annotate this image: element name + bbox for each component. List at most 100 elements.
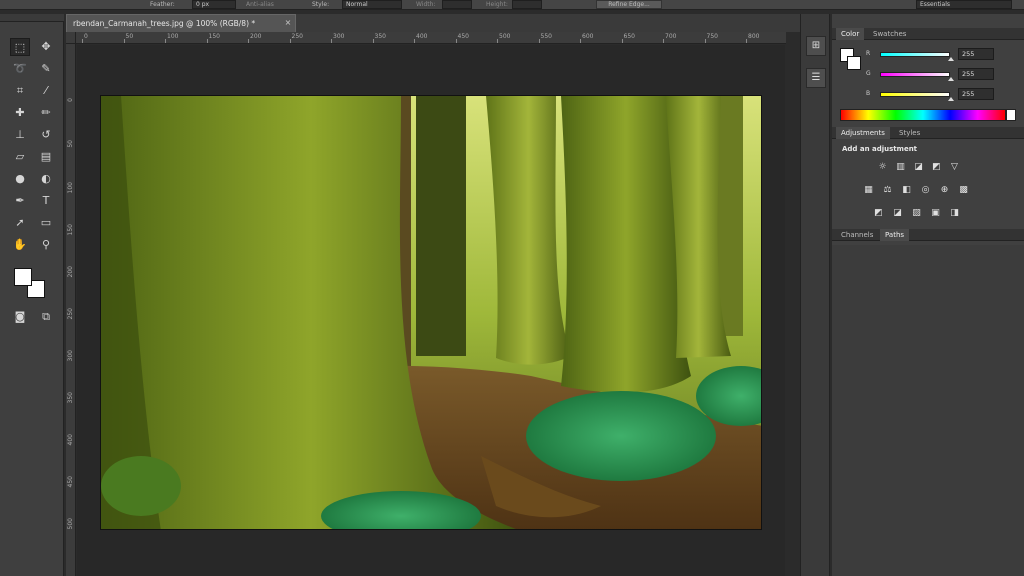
document-tab[interactable]: rbendan_Carmanah_trees.jpg @ 100% (RGB/8…: [66, 14, 296, 32]
slider-green-track[interactable]: [880, 72, 950, 77]
ruler-top-tick: [497, 39, 498, 43]
quick-mask-tool[interactable]: ◙: [10, 308, 30, 326]
ruler-top-tick: [165, 39, 166, 43]
white-swatch[interactable]: [1006, 109, 1016, 121]
dodge-tool[interactable]: ◐: [36, 170, 56, 188]
slider-green[interactable]: G 255: [866, 68, 1024, 82]
tools-panel-header[interactable]: [0, 14, 64, 22]
ruler-top-tick: [82, 39, 83, 43]
black-white-icon[interactable]: ◧: [900, 184, 913, 196]
tab-adjustments[interactable]: Adjustments: [836, 127, 890, 139]
feather-input[interactable]: 0 px: [192, 0, 236, 9]
gradient-map-icon[interactable]: ▣: [929, 207, 942, 219]
tab-channels[interactable]: Channels: [836, 229, 878, 241]
threshold-icon[interactable]: ▨: [910, 207, 923, 219]
foreground-color-swatch[interactable]: [14, 268, 32, 286]
eraser-tool[interactable]: ▱: [10, 148, 30, 166]
color-lookup-icon[interactable]: ▩: [957, 184, 970, 196]
height-label: Height:: [486, 1, 508, 8]
ruler-top-label: 0: [84, 33, 88, 40]
paths-panel-body[interactable]: [832, 245, 1024, 576]
ruler-top-tick: [455, 39, 457, 43]
spot-healing-brush-tool[interactable]: ✚: [10, 104, 30, 122]
document-tab-bar: rbendan_Carmanah_trees.jpg @ 100% (RGB/8…: [66, 14, 800, 32]
rectangular-marquee-tool[interactable]: ⬚: [10, 38, 30, 56]
ruler-top-tick: [248, 39, 249, 43]
tab-paths[interactable]: Paths: [880, 229, 910, 241]
history-brush-tool[interactable]: ↺: [36, 126, 56, 144]
vertical-ruler[interactable]: 0 50 100 150 200 250 300 350 400 450 500: [66, 44, 76, 576]
gradient-tool[interactable]: ▤: [36, 148, 56, 166]
anti-alias-checkbox[interactable]: Anti-alias: [246, 0, 274, 9]
posterize-icon[interactable]: ◪: [891, 207, 904, 219]
ruler-top-tick: [123, 39, 125, 43]
ruler-top-tick: [663, 39, 664, 43]
selective-color-icon[interactable]: ◨: [948, 207, 961, 219]
color-balance-icon[interactable]: ⚖: [881, 184, 894, 196]
ruler-top-tick: [289, 39, 291, 43]
history-panel-icon[interactable]: ⊞: [806, 36, 826, 56]
slider-blue-handle[interactable]: [948, 97, 954, 101]
invert-icon[interactable]: ◩: [872, 207, 885, 219]
path-selection-tool[interactable]: ➚: [10, 214, 30, 232]
properties-panel-icon[interactable]: ☰: [806, 68, 826, 88]
crop-tool[interactable]: ⌗: [10, 82, 30, 100]
vibrance-icon[interactable]: ▽: [948, 161, 961, 173]
feather-label: Feather:: [150, 1, 175, 8]
hue-saturation-icon[interactable]: ▦: [862, 184, 875, 196]
brush-tool[interactable]: ✏: [36, 104, 56, 122]
horizontal-ruler[interactable]: 0 50 100 150 200 250 300 350 400 450 500 550 600 650 7…: [76, 32, 786, 44]
slider-red[interactable]: R 255: [866, 48, 1024, 62]
ruler-top-tick: [331, 39, 332, 43]
slider-red-value[interactable]: 255: [958, 48, 994, 60]
style-select[interactable]: Normal: [342, 0, 402, 9]
ruler-left-label: 150: [67, 224, 74, 236]
color-background-swatch[interactable]: [847, 56, 861, 70]
slider-blue-track[interactable]: [880, 92, 950, 97]
slider-red-handle[interactable]: [948, 57, 954, 61]
tab-swatches[interactable]: Swatches: [868, 28, 911, 40]
clone-stamp-tool[interactable]: ⊥: [10, 126, 30, 144]
close-icon[interactable]: ×: [283, 18, 293, 28]
curves-icon[interactable]: ◪: [912, 161, 925, 173]
tab-styles[interactable]: Styles: [894, 127, 925, 139]
canvas-area[interactable]: [77, 45, 785, 576]
ruler-top-tick: [538, 39, 540, 43]
slider-green-value[interactable]: 255: [958, 68, 994, 80]
workspace-select[interactable]: Essentials: [916, 0, 1012, 9]
color-spectrum-bar[interactable]: [840, 109, 1006, 121]
levels-icon[interactable]: ▥: [894, 161, 907, 173]
slider-blue[interactable]: B 255: [866, 88, 1024, 102]
width-input[interactable]: [442, 0, 472, 9]
ruler-top-label: 150: [208, 33, 220, 40]
screen-mode-tool[interactable]: ⧉: [36, 308, 56, 326]
move-tool[interactable]: ✥: [36, 38, 56, 56]
slider-red-track[interactable]: [880, 52, 950, 57]
rectangle-tool[interactable]: ▭: [36, 214, 56, 232]
slider-blue-value[interactable]: 255: [958, 88, 994, 100]
height-input[interactable]: [512, 0, 542, 9]
pen-tool[interactable]: ✒: [10, 192, 30, 210]
hand-tool[interactable]: ✋: [10, 236, 30, 254]
ruler-left-label: 250: [67, 308, 74, 320]
photo-filter-icon[interactable]: ◎: [919, 184, 932, 196]
type-tool[interactable]: T: [36, 192, 56, 210]
brightness-contrast-icon[interactable]: ☼: [876, 161, 889, 173]
tab-color[interactable]: Color: [836, 28, 865, 40]
eyedropper-tool[interactable]: ⁄: [36, 82, 56, 100]
zoom-tool[interactable]: ⚲: [36, 236, 56, 254]
options-bar: Feather: 0 px Anti-alias Style: Normal W…: [0, 0, 1024, 10]
ruler-top-label: 600: [582, 33, 594, 40]
lasso-tool[interactable]: ➰: [10, 60, 30, 78]
slider-green-handle[interactable]: [948, 77, 954, 81]
quick-selection-tool[interactable]: ✎: [36, 60, 56, 78]
forest-photo[interactable]: [100, 95, 762, 530]
channel-mixer-icon[interactable]: ⊕: [938, 184, 951, 196]
ruler-top-tick: [414, 39, 415, 43]
ruler-corner[interactable]: [66, 32, 76, 44]
exposure-icon[interactable]: ◩: [930, 161, 943, 173]
adjustments-panel-tabs: Adjustments Styles: [832, 127, 1024, 139]
refine-edge-button[interactable]: Refine Edge...: [596, 0, 662, 9]
paths-panel-tabs: Channels Paths: [832, 229, 1024, 241]
blur-tool[interactable]: ●: [10, 170, 30, 188]
